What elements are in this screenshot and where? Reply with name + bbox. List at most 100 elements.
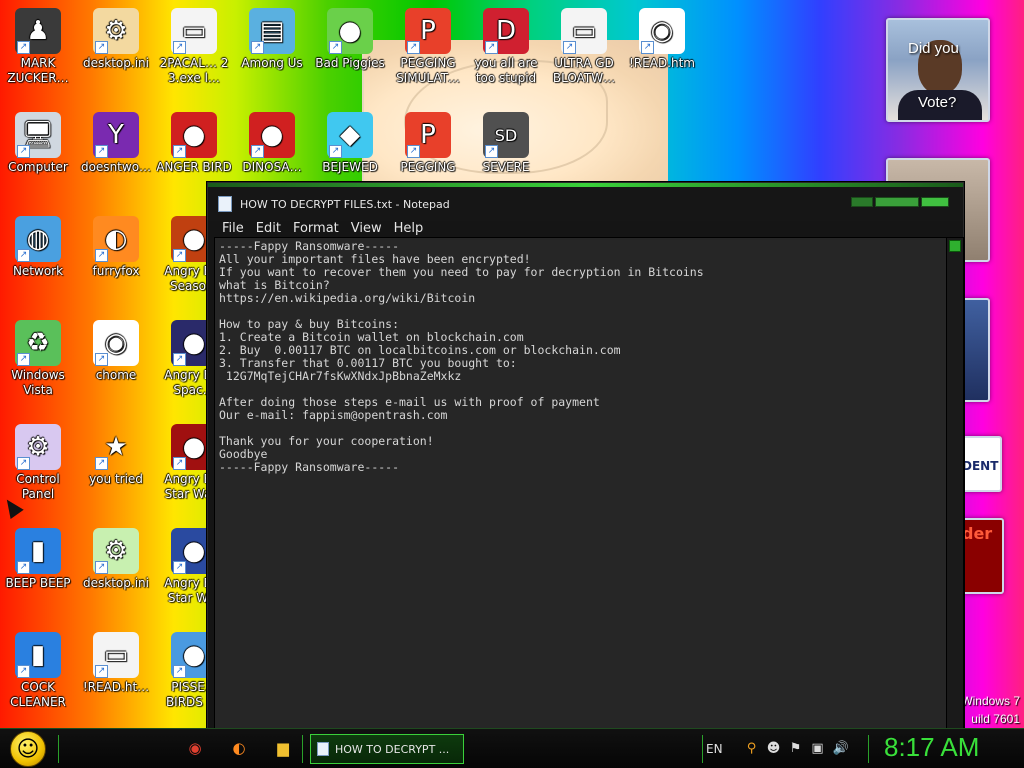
desktop-icon-label: PEGGING [400, 160, 456, 174]
gadget-caption-top: Did you [908, 40, 959, 57]
blue-book-icon: ▮ ↗ [15, 528, 61, 574]
desktop-icon-label: doesntwo… [80, 160, 152, 174]
maximize-button[interactable] [875, 197, 919, 207]
desktop-icon[interactable]: ♻ ↗ Windows Vista [0, 320, 76, 398]
menu-view[interactable]: View [345, 221, 388, 237]
shortcut-arrow-icon: ↗ [173, 249, 186, 262]
network-tray-icon[interactable]: ▣ [811, 742, 825, 756]
desktop-icon[interactable]: ⚙ ↗ desktop.ini [78, 528, 154, 591]
desktop-icon[interactable]: ⚙ ↗ Control Panel [0, 424, 76, 502]
recycle-bin-icon: ♻ ↗ [15, 320, 61, 366]
dev-cpp-icon: D ↗ [483, 8, 529, 54]
vertical-scrollbar[interactable] [946, 238, 963, 730]
menu-format[interactable]: Format [287, 221, 345, 237]
desktop-icon[interactable]: ● ↗ ANGER BIRD [156, 112, 232, 175]
shortcut-arrow-icon: ↗ [485, 145, 498, 158]
scroll-up-arrow-icon[interactable] [949, 240, 961, 252]
language-indicator[interactable]: EN [706, 742, 723, 756]
desktop-icon[interactable]: ★ ↗ you tried [78, 424, 154, 487]
folder-icon[interactable]: ▆ [274, 739, 292, 757]
menu-file[interactable]: File [216, 221, 250, 237]
pegging-icon: P ↗ [405, 8, 451, 54]
menu-help[interactable]: Help [388, 221, 430, 237]
desktop-icon[interactable]: ▮ ↗ COCK CLEANER [0, 632, 76, 710]
volume-icon[interactable]: 🔊 [833, 742, 849, 756]
desktop-icon[interactable]: ◉ ↗ !READ.htm [624, 8, 700, 71]
desktop-icon[interactable]: ▭ ↗ 2PACAL… 2 3.exe l… [156, 8, 232, 86]
action-center-flag-icon[interactable]: ⚑ [789, 742, 803, 756]
desktop-icon-label: desktop.ini [83, 56, 149, 70]
desktop-icon[interactable]: ● ↗ DINOSA… [234, 112, 310, 175]
desktop-icon-label: !READ.ht… [82, 680, 150, 694]
desktop-icon[interactable]: ⚙ ↗ desktop.ini [78, 8, 154, 71]
shortcut-arrow-icon: ↗ [173, 145, 186, 158]
shortcut-arrow-icon: ↗ [95, 41, 108, 54]
desktop-icon[interactable]: ◉ ↗ chome [78, 320, 154, 383]
taskbar-notepad-button[interactable]: HOW TO DECRYPT ... [310, 734, 464, 764]
shortcut-arrow-icon: ↗ [407, 145, 420, 158]
red-gadget-label: der [962, 524, 993, 543]
window-titlebar[interactable]: HOW TO DECRYPT FILES.txt - Notepad [208, 187, 963, 221]
desktop-icon[interactable]: ▮ ↗ BEEP BEEP [0, 528, 76, 591]
desktop-icon[interactable]: Y ↗ doesntwo… [78, 112, 154, 175]
shortcut-arrow-icon: ↗ [173, 353, 186, 366]
close-button[interactable] [921, 197, 949, 207]
desktop-icon-label: BEJEWED [322, 160, 378, 174]
text-editor[interactable]: -----Fappy Ransomware----- All your impo… [214, 237, 964, 731]
vote-gadget[interactable]: Did you Vote? [886, 18, 990, 122]
red-gadget[interactable]: der [960, 518, 1004, 594]
shortcut-arrow-icon: ↗ [329, 41, 342, 54]
desktop-icon[interactable]: 🖥 ↗ Computer [0, 112, 76, 175]
desktop-icon-label: PEGGING SIMULAT… [396, 56, 460, 85]
firefox-icon[interactable]: ◐ [230, 739, 248, 757]
shortcut-arrow-icon: ↗ [95, 561, 108, 574]
desktop-icon[interactable]: ▭ ↗ !READ.ht… [78, 632, 154, 695]
shortcut-arrow-icon: ↗ [251, 41, 264, 54]
desktop-icon[interactable]: ♟ ↗ MARK ZUCKER… [0, 8, 76, 86]
photo-gadget-2[interactable] [960, 298, 990, 402]
ransom-note-text[interactable]: -----Fappy Ransomware----- All your impo… [219, 240, 704, 474]
shortcut-arrow-icon: ↗ [251, 145, 264, 158]
window-title: HOW TO DECRYPT FILES.txt - Notepad [240, 197, 450, 211]
menu-edit[interactable]: Edit [250, 221, 287, 237]
messenger-icon[interactable]: ☻ [767, 742, 781, 756]
angry-birds-icon: ● ↗ [249, 112, 295, 158]
news-gadget[interactable]: DENT [960, 436, 1002, 492]
desktop-icon[interactable]: ▤ ↗ Among Us [234, 8, 310, 71]
taskbar: ☺ ◉ ◐ ▆ HOW TO DECRYPT ... EN ⚲ ☻ ⚑ ▣ 🔊 8:17 A… [0, 728, 1024, 768]
desktop-icon[interactable]: P ↗ PEGGING [390, 112, 466, 175]
person-icon: ♟ ↗ [15, 8, 61, 54]
shortcut-arrow-icon: ↗ [95, 457, 108, 470]
file-icon: ▭ ↗ [93, 632, 139, 678]
desktop-icon[interactable]: D ↗ you all are too stupid [468, 8, 544, 86]
desktop-icon-label: Windows Vista [11, 368, 65, 397]
window-controls [851, 197, 949, 207]
control-panel-icon: ⚙ ↗ [15, 424, 61, 470]
start-button[interactable]: ☺ [10, 731, 46, 767]
tray-icons: ⚲ ☻ ⚑ ▣ 🔊 [745, 742, 849, 756]
os-version-line1: Windows 7 [961, 694, 1020, 708]
desktop-icon[interactable]: ● ↗ Bad Piggies [312, 8, 388, 71]
sd-icon: SD ↗ [483, 112, 529, 158]
clock[interactable]: 8:17 AM [884, 732, 979, 763]
desktop-icon[interactable]: P ↗ PEGGING SIMULAT… [390, 8, 466, 86]
notepad-window[interactable]: HOW TO DECRYPT FILES.txt - Notepad File … [207, 182, 964, 732]
minimize-button[interactable] [851, 197, 873, 207]
desktop-icon[interactable]: ◆ ↗ BEJEWED [312, 112, 388, 175]
shortcut-arrow-icon: ↗ [173, 41, 186, 54]
shortcut-arrow-icon: ↗ [641, 41, 654, 54]
gem-icon: ◆ ↗ [327, 112, 373, 158]
chrome-icon[interactable]: ◉ [186, 739, 204, 757]
shortcut-arrow-icon: ↗ [17, 561, 30, 574]
shortcut-arrow-icon: ↗ [17, 665, 30, 678]
desktop-icon-label: Computer [8, 160, 68, 174]
desktop-icon[interactable]: SD ↗ SEVERE [468, 112, 544, 175]
shortcut-arrow-icon: ↗ [485, 41, 498, 54]
desktop-icon[interactable]: ▭ ↗ ULTRA GD BLOATW… [546, 8, 622, 86]
search-icon[interactable]: ⚲ [745, 742, 759, 756]
desktop-icon-label: !READ.htm [629, 56, 695, 70]
desktop-icon[interactable]: ◍ ↗ Network [0, 216, 76, 279]
desktop-icon[interactable]: ◐ ↗ furryfox [78, 216, 154, 279]
desktop-icon-label: COCK CLEANER [10, 680, 66, 709]
shortcut-arrow-icon: ↗ [173, 561, 186, 574]
